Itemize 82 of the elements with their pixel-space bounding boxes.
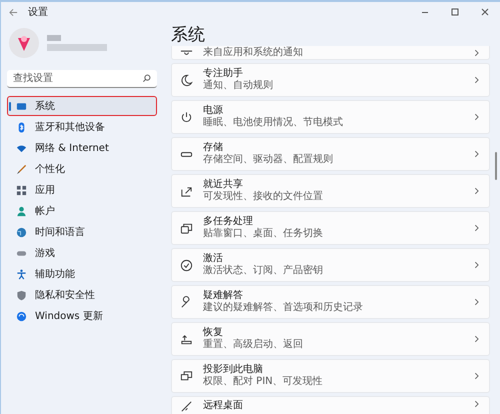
update-icon	[16, 310, 27, 322]
settings-card[interactable]: 存储 存储空间、驱动器、配置规则	[171, 137, 490, 171]
settings-card[interactable]: 来自应用和系统的通知	[171, 46, 490, 60]
card-title: 电源	[203, 105, 224, 116]
card-subtitle: 建议的疑难解答、首选项和历史记录	[203, 302, 364, 314]
shield-icon	[16, 290, 27, 300]
settings-card[interactable]: 就近共享 可发现性、接收的文件位置	[171, 174, 490, 208]
recovery-icon	[180, 332, 193, 346]
redacted-email-block	[47, 44, 107, 51]
sidebar-item[interactable]: 辅助功能	[7, 264, 157, 284]
windows-icon	[180, 222, 193, 234]
sidebar-item[interactable]: 时间和语言	[7, 222, 157, 242]
maximize-icon[interactable]	[450, 7, 460, 17]
chevron-right-icon	[474, 298, 479, 306]
sidebar-item[interactable]: 网络 & Internet	[7, 138, 157, 158]
card-title: 专注助手	[203, 68, 244, 80]
card-title: 就近共享	[203, 179, 244, 190]
sidebar-item[interactable]: 应用	[7, 180, 157, 200]
apps-icon	[16, 184, 27, 196]
chevron-right-icon	[474, 48, 479, 56]
wifi-icon	[16, 142, 27, 154]
page-title: 系统	[171, 24, 206, 46]
power-icon	[180, 110, 193, 124]
window-title: 设置	[28, 6, 48, 19]
card-subtitle: 通知、自动规则	[203, 80, 274, 92]
settings-card[interactable]: 恢复 重置、高级启动、返回	[171, 322, 490, 356]
close-icon[interactable]	[480, 7, 490, 17]
sidebar-item[interactable]: 系统	[7, 96, 157, 116]
bell-base-icon	[180, 50, 193, 55]
card-title: 远程桌面	[203, 400, 244, 412]
settings-card[interactable]: 电源 睡眠、电池使用情况、节电模式	[171, 100, 490, 134]
sidebar-item[interactable]: Windows 更新	[7, 306, 157, 326]
share-icon	[180, 184, 193, 198]
settings-card[interactable]: 投影到此电脑 权限、配对 PIN、可发现性	[171, 359, 490, 393]
sidebar-item[interactable]: 隐私和安全性	[7, 285, 157, 305]
chevron-right-icon	[474, 187, 479, 195]
card-subtitle: 权限、配对 PIN、可发现性	[203, 376, 324, 388]
sidebar-item[interactable]: 个性化	[7, 159, 157, 179]
card-title: 存储	[203, 142, 224, 154]
card-subtitle: 睡眠、电池使用情况、节电模式	[203, 117, 344, 129]
chevron-right-icon	[474, 224, 479, 232]
chevron-right-icon	[474, 76, 479, 84]
settings-card[interactable]: 激活 激活状态、订阅、产品密钥	[171, 248, 490, 282]
chevron-right-icon	[474, 150, 479, 158]
card-title: 激活	[203, 253, 224, 264]
card-subtitle: 存储空间、驱动器、配置规则	[203, 154, 334, 166]
chevron-right-icon	[474, 400, 479, 408]
card-subtitle: 激活状态、订阅、产品密钥	[203, 265, 324, 277]
settings-card[interactable]: 多任务处理 贴靠窗口、桌面、任务切换	[171, 211, 490, 245]
check-icon	[180, 258, 193, 272]
card-subtitle: 贴靠窗口、桌面、任务切换	[203, 228, 324, 240]
settings-card[interactable]: 疑难解答 建议的疑难解答、首选项和历史记录	[171, 285, 490, 319]
back-arrow-icon[interactable]	[9, 8, 18, 16]
settings-card[interactable]: 远程桌面	[171, 396, 490, 414]
sidebar-item[interactable]: 蓝牙和其他设备	[7, 117, 157, 137]
globe-icon	[16, 226, 27, 238]
search-field[interactable]: 查找设置	[7, 70, 157, 88]
card-title: 多任务处理	[203, 216, 254, 228]
card-title: 投影到此电脑	[203, 364, 264, 376]
chevron-right-icon	[474, 113, 479, 121]
moon-icon	[180, 74, 193, 86]
settings-card[interactable]: 专注助手 通知、自动规则	[171, 63, 490, 97]
bluetooth-icon	[16, 122, 27, 132]
chevron-right-icon	[474, 372, 479, 380]
person-icon	[16, 206, 27, 216]
accessibility-icon	[16, 268, 27, 280]
brush-icon	[16, 164, 27, 174]
card-title: 疑难解答	[203, 290, 244, 302]
search-icon	[142, 74, 151, 83]
chevron-right-icon	[474, 261, 479, 269]
redacted-name-block	[47, 35, 61, 41]
card-subtitle: 来自应用和系统的通知	[203, 46, 304, 58]
card-title: 恢复	[203, 327, 224, 338]
avatar-icon	[9, 28, 39, 58]
card-subtitle: 可发现性、接收的文件位置	[203, 191, 324, 203]
display-icon	[16, 100, 27, 112]
sidebar-item[interactable]: 帐户	[7, 201, 157, 221]
sidebar-item[interactable]: 游戏	[7, 243, 157, 263]
chevron-right-icon	[474, 335, 479, 343]
project-icon	[180, 370, 193, 382]
card-subtitle: 重置、高级启动、返回	[203, 339, 304, 351]
scrollbar-thumb[interactable]	[495, 152, 497, 180]
